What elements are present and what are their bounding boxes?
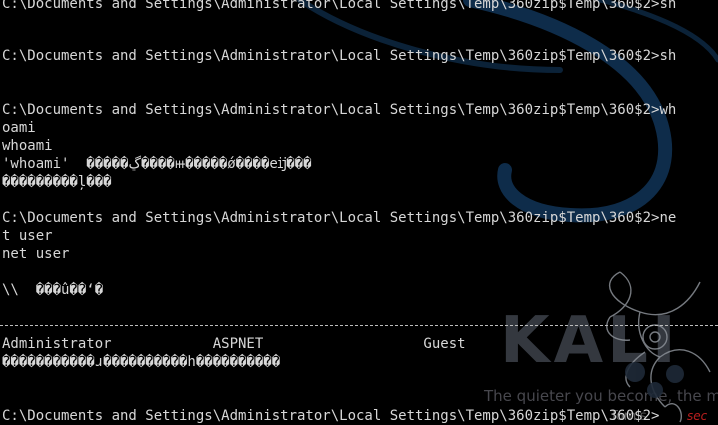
terminal-line: C:\Documents and Settings\Administrator\… — [2, 0, 677, 12]
terminal-line: ���������ļ��� — [2, 174, 112, 190]
terminal-window[interactable]: KALI The quieter you become, the mo Tom'… — [0, 0, 718, 425]
terminal-line: �����������ɹ����������һ���������� — [2, 354, 281, 370]
terminal-line: oami — [2, 120, 36, 136]
dashed-separator — [0, 325, 718, 326]
terminal-line: C:\Documents and Settings\Administrator\… — [2, 102, 677, 118]
terminal-line: whoami — [2, 138, 53, 154]
terminal-line: 'whoami' �����ڲ����ⲿ�����ǿ����еĳ��� — [2, 156, 312, 172]
terminal-line: t user — [2, 228, 53, 244]
terminal-line: net user — [2, 246, 70, 262]
terminal-line: C:\Documents and Settings\Administrator\… — [2, 48, 677, 64]
terminal-line: \\ ���û��ʻ� — [2, 282, 104, 298]
terminal-prompt[interactable]: C:\Documents and Settings\Administrator\… — [2, 407, 718, 425]
terminal-line: Administrator ASPNET Guest — [2, 336, 466, 352]
terminal-line: C:\Documents and Settings\Administrator\… — [2, 210, 677, 226]
